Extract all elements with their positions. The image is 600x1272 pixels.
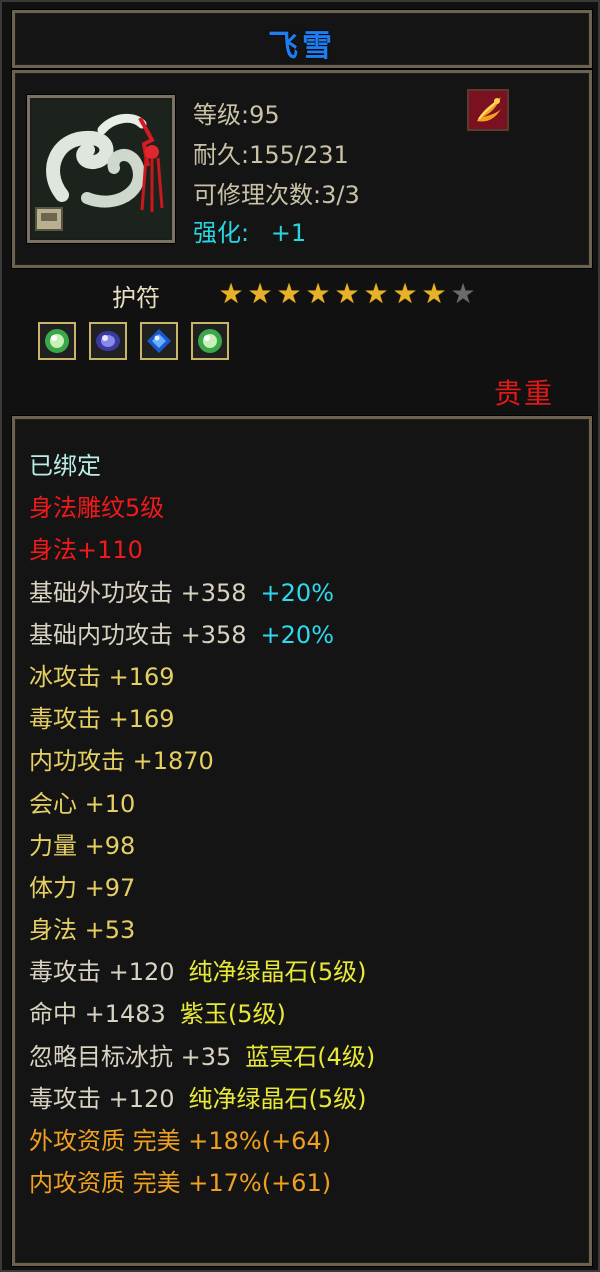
attribute-text: 命中 +1483: [29, 1000, 166, 1029]
item-level: 等级:95: [193, 101, 280, 129]
attribute-text: 内功攻击 +1870: [29, 747, 214, 776]
attribute-line: 已绑定: [29, 445, 375, 487]
attribute-text: 力量 +98: [29, 831, 136, 860]
attribute-line: 冰攻击 +169: [29, 656, 375, 698]
green-gem-icon: [191, 322, 230, 360]
item-enhance: 强化: +1: [193, 213, 306, 248]
attribute-text: 忽略目标冰抗 +35: [29, 1042, 232, 1071]
gem-sockets: [38, 322, 237, 362]
attribute-line: 基础内功攻击 +358 +20%: [29, 614, 375, 656]
item-quality: 贵重: [493, 377, 554, 410]
star-filled-icon: ★: [392, 277, 418, 310]
item-tooltip: 飞雪 等级:95 耐久:155/231 可修理次数:3/3 强化: +1 护符 …: [0, 0, 600, 1272]
attribute-text: 外攻资质 完美 +18%(+64): [29, 1127, 332, 1155]
attribute-text: 毒攻击 +120: [29, 1084, 175, 1113]
green-gem-icon: [38, 322, 76, 360]
blue-gem-icon: [140, 322, 179, 360]
attribute-line: 身法 +53: [29, 909, 375, 951]
enhance-value: +1: [270, 219, 307, 247]
star-filled-icon: ★: [363, 277, 389, 310]
item-durability: 耐久:155/231: [193, 141, 349, 169]
attribute-extra: +20%: [260, 620, 334, 649]
attribute-text: 会心 +10: [29, 789, 136, 818]
attribute-text: 身法+110: [29, 536, 143, 565]
item-info-panel: 等级:95 耐久:155/231 可修理次数:3/3 强化: +1: [11, 69, 593, 269]
star-filled-icon: ★: [305, 277, 331, 310]
star-filled-icon: ★: [421, 277, 447, 310]
attribute-line: 毒攻击 +120 纯净绿晶石(5级): [29, 1078, 375, 1120]
purple-gem-icon: [89, 322, 128, 360]
attribute-line: 毒攻击 +169: [29, 698, 375, 740]
attribute-text: 基础内功攻击 +358: [29, 620, 247, 649]
item-name: 飞雪: [268, 29, 336, 64]
attribute-list: 已绑定 身法雕纹5级 身法+110 基础外功攻击 +358 +20% 基础内功攻击 +35…: [29, 445, 375, 1204]
star-filled-icon: ★: [334, 277, 360, 310]
attribute-extra: 纯净绿晶石(5级): [188, 1084, 367, 1113]
attribute-line: 基础外功攻击 +358 +20%: [29, 572, 375, 614]
attribute-line: 内功攻击 +1870: [29, 740, 375, 782]
enhance-label: 强化:: [193, 219, 250, 247]
attribute-line: 外攻资质 完美 +18%(+64): [29, 1120, 375, 1162]
attribute-extra: 紫玉(5级): [179, 1000, 286, 1029]
attribute-line: 忽略目标冰抗 +35 蓝冥石(4级): [29, 1036, 375, 1078]
attribute-text: 体力 +97: [29, 873, 136, 902]
attribute-line: 命中 +1483 紫玉(5级): [29, 993, 375, 1035]
attribute-text: 身法雕纹5级: [29, 494, 165, 523]
attribute-text: 已绑定: [29, 452, 101, 480]
attribute-line: 会心 +10: [29, 783, 375, 825]
star-filled-icon: ★: [276, 277, 302, 310]
attribute-text: 内攻资质 完美 +17%(+61): [29, 1169, 332, 1198]
star-filled-icon: ★: [218, 277, 244, 310]
attribute-text: 基础外功攻击 +358: [29, 578, 247, 607]
attribute-line: 力量 +98: [29, 825, 375, 867]
star-empty-icon: ★: [450, 277, 476, 310]
item-type: 护符: [112, 284, 160, 312]
attribute-line: 体力 +97: [29, 867, 375, 909]
star-rating: ★ ★ ★ ★ ★ ★ ★ ★ ★: [218, 280, 479, 308]
item-type-section: 护符 ★ ★ ★ ★ ★ ★ ★ ★ ★ 贵重: [12, 270, 592, 414]
attribute-panel: 已绑定 身法雕纹5级 身法+110 基础外功攻击 +358 +20% 基础内功攻击 +35…: [11, 415, 593, 1267]
attribute-line: 毒攻击 +120 纯净绿晶石(5级): [29, 951, 375, 993]
phoenix-badge-icon: [467, 89, 509, 131]
item-repair-count: 可修理次数:3/3: [193, 181, 360, 209]
attribute-line: 身法雕纹5级: [29, 487, 375, 529]
jade-amulet-icon: [26, 94, 176, 244]
attribute-extra: +20%: [260, 578, 334, 607]
attribute-text: 身法 +53: [29, 916, 136, 945]
title-bar: 飞雪: [11, 9, 593, 69]
attribute-text: 毒攻击 +120: [29, 958, 175, 987]
attribute-line: 内攻资质 完美 +17%(+61): [29, 1162, 375, 1204]
attribute-text: 冰攻击 +169: [29, 662, 175, 691]
attribute-line: 身法+110: [29, 529, 375, 571]
attribute-extra: 蓝冥石(4级): [245, 1042, 376, 1071]
attribute-text: 毒攻击 +169: [29, 705, 175, 734]
attribute-extra: 纯净绿晶石(5级): [188, 958, 367, 987]
star-filled-icon: ★: [247, 277, 273, 310]
